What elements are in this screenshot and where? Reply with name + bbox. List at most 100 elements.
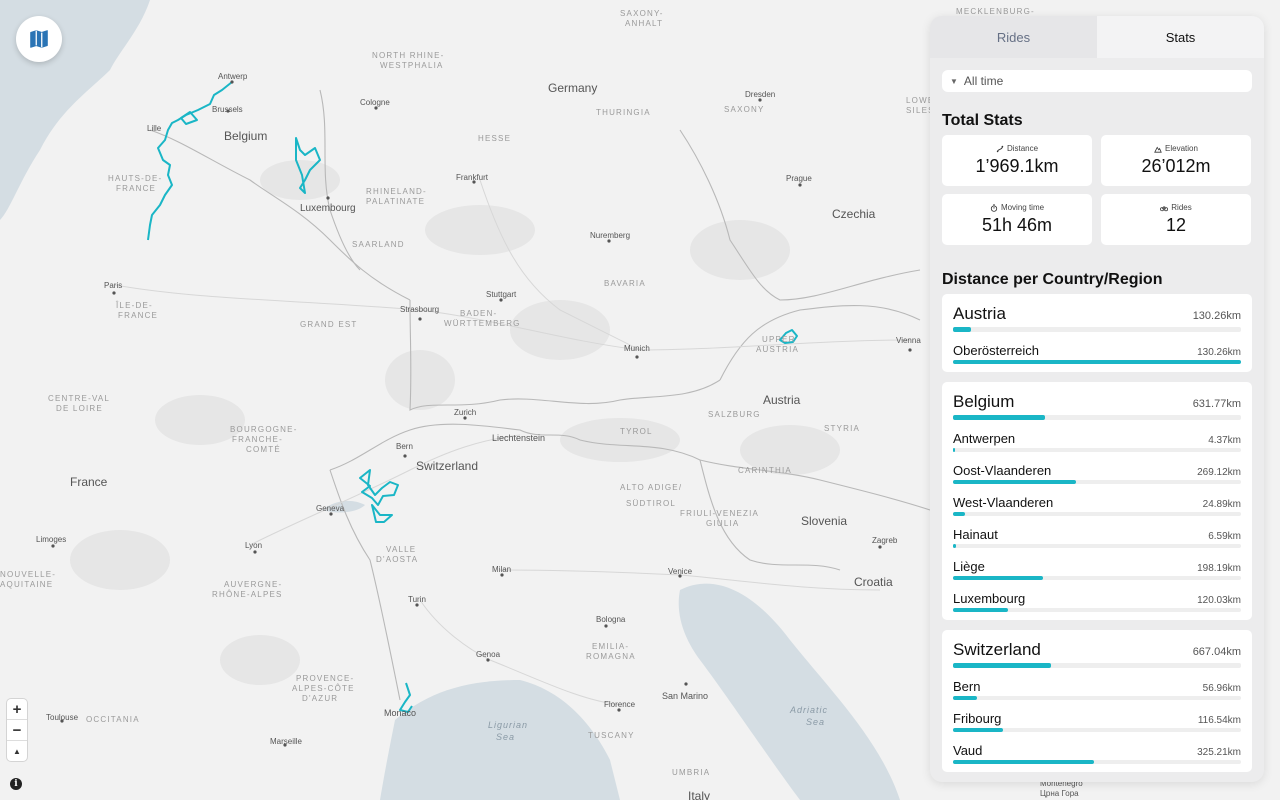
bike-icon [1160, 205, 1169, 211]
svg-text:EMILIA-: EMILIA- [592, 642, 629, 651]
region-bar-fill [953, 360, 1241, 364]
tab-rides[interactable]: Rides [930, 16, 1097, 58]
svg-text:Adriatic: Adriatic [789, 705, 828, 715]
svg-text:Bern: Bern [396, 442, 413, 451]
compass-button[interactable]: ▲ [7, 741, 27, 761]
region-bar-fill [953, 760, 1094, 764]
region-bar-fill [953, 576, 1044, 580]
region-bar [953, 448, 1241, 452]
svg-text:ROMAGNA: ROMAGNA [586, 652, 636, 661]
svg-text:WESTPHALIA: WESTPHALIA [380, 61, 444, 70]
svg-text:SAXONY-: SAXONY- [620, 9, 664, 18]
region-distance: 325.21km [1197, 747, 1241, 758]
svg-text:FRANCHE-: FRANCHE- [232, 435, 283, 444]
stat-label: Rides [1171, 203, 1192, 212]
svg-text:Munich: Munich [624, 344, 650, 353]
svg-text:MECKLENBURG-: MECKLENBURG- [956, 7, 1035, 16]
svg-text:AUVERGNE-: AUVERGNE- [224, 580, 282, 589]
region-row: Fribourg 116.54km [953, 711, 1241, 732]
svg-text:Croatia: Croatia [854, 575, 893, 589]
region-bar-fill [953, 696, 978, 700]
svg-text:Antwerp: Antwerp [218, 72, 248, 81]
region-name: West-Vlaanderen [953, 495, 1054, 510]
svg-text:San Marino: San Marino [662, 691, 708, 701]
region-name: Liège [953, 559, 985, 574]
svg-text:VALLE: VALLE [386, 545, 416, 554]
region-bar [953, 608, 1241, 612]
svg-text:Strasbourg: Strasbourg [400, 305, 439, 314]
country-name: Austria [953, 304, 1006, 323]
svg-text:Milan: Milan [492, 565, 511, 574]
svg-text:PALATINATE: PALATINATE [366, 197, 425, 206]
svg-text:AUSTRIA: AUSTRIA [756, 345, 799, 354]
svg-text:Austria: Austria [763, 393, 801, 407]
stat-grid: Distance 1’969.1km Elevation 26’012m Mov… [942, 135, 1252, 245]
country-bar [953, 415, 1241, 420]
svg-text:Slovenia: Slovenia [801, 514, 847, 528]
country-distance: 130.26km [1192, 310, 1241, 322]
svg-text:D'AZUR: D'AZUR [302, 694, 338, 703]
region-bar [953, 480, 1241, 484]
svg-text:SAXONY: SAXONY [724, 105, 765, 114]
svg-text:Limoges: Limoges [36, 535, 66, 544]
svg-text:Zurich: Zurich [454, 408, 476, 417]
stat-value: 51h 46m [981, 215, 1053, 235]
region-bar-fill [953, 480, 1076, 484]
svg-text:AQUITAINE: AQUITAINE [0, 580, 53, 589]
svg-text:FRIULI-VENEZIA: FRIULI-VENEZIA [680, 509, 759, 518]
region-row: Hainaut 6.59km [953, 527, 1241, 548]
svg-text:BOURGOGNE-: BOURGOGNE- [230, 425, 298, 434]
tab-stats[interactable]: Stats [1097, 16, 1264, 58]
panel-tabs: Rides Stats [930, 16, 1264, 58]
stat-label: Elevation [1165, 144, 1198, 153]
country-card-belgium[interactable]: Belgium 631.77km Antwerpen 4.37km Oost-Vl… [942, 382, 1252, 620]
svg-text:ANHALT: ANHALT [625, 19, 663, 28]
region-distance: 116.54km [1197, 715, 1241, 726]
stat-card-rides: Rides 12 [1101, 194, 1251, 245]
stat-value: 1’969.1km [975, 156, 1059, 176]
country-card-austria[interactable]: Austria 130.26km Oberösterreich 130.26km [942, 294, 1252, 372]
svg-text:Germany: Germany [548, 81, 597, 95]
svg-text:RHINELAND-: RHINELAND- [366, 187, 427, 196]
svg-text:D'AOSTA: D'AOSTA [376, 555, 418, 564]
map-toggle-button[interactable] [16, 16, 62, 62]
region-name: Luxembourg [953, 591, 1026, 606]
region-distance: 269.12km [1197, 467, 1241, 478]
svg-text:CENTRE-VAL: CENTRE-VAL [48, 394, 110, 403]
country-card-switzerland[interactable]: Switzerland 667.04km Bern 56.96km Fribour… [942, 630, 1252, 772]
svg-text:Dresden: Dresden [745, 90, 775, 99]
region-bar [953, 544, 1241, 548]
svg-text:BADEN-: BADEN- [460, 309, 497, 318]
svg-text:ALTO ADIGE/: ALTO ADIGE/ [620, 483, 682, 492]
svg-text:Lyon: Lyon [245, 541, 262, 550]
svg-text:ÎLE-DE-: ÎLE-DE- [115, 301, 153, 310]
svg-text:Czechia: Czechia [832, 207, 876, 221]
region-name: Antwerpen [953, 431, 1016, 446]
stat-card-moving-time: Moving time 51h 46m [942, 194, 1092, 245]
svg-text:HESSE: HESSE [478, 134, 511, 143]
zoom-in-button[interactable]: + [7, 699, 27, 720]
svg-text:Florence: Florence [604, 700, 636, 709]
zoom-out-button[interactable]: − [7, 720, 27, 741]
svg-text:Italy: Italy [688, 789, 710, 800]
region-distance: 6.59km [1208, 531, 1241, 542]
region-bar [953, 760, 1241, 764]
svg-text:Sea: Sea [496, 732, 515, 742]
region-row: Bern 56.96km [953, 679, 1241, 700]
svg-text:TUSCANY: TUSCANY [588, 731, 635, 740]
country-bar [953, 327, 1241, 332]
time-filter-label: All time [963, 74, 1004, 88]
svg-text:Geneva: Geneva [316, 504, 345, 513]
attribution-button[interactable]: i [10, 778, 22, 790]
region-bar-fill [953, 512, 965, 516]
svg-text:Luxembourg: Luxembourg [300, 203, 356, 214]
svg-text:Marseille: Marseille [270, 737, 303, 746]
time-filter-dropdown[interactable]: ▼ All time [942, 70, 1252, 92]
stat-label: Distance [1006, 144, 1039, 153]
region-name: Bern [953, 679, 981, 694]
svg-text:Vienna: Vienna [896, 336, 921, 345]
region-distance: 4.37km [1208, 435, 1241, 446]
svg-text:Zagreb: Zagreb [872, 536, 898, 545]
svg-text:PROVENCE-: PROVENCE- [296, 674, 354, 683]
svg-text:Genoa: Genoa [476, 650, 501, 659]
